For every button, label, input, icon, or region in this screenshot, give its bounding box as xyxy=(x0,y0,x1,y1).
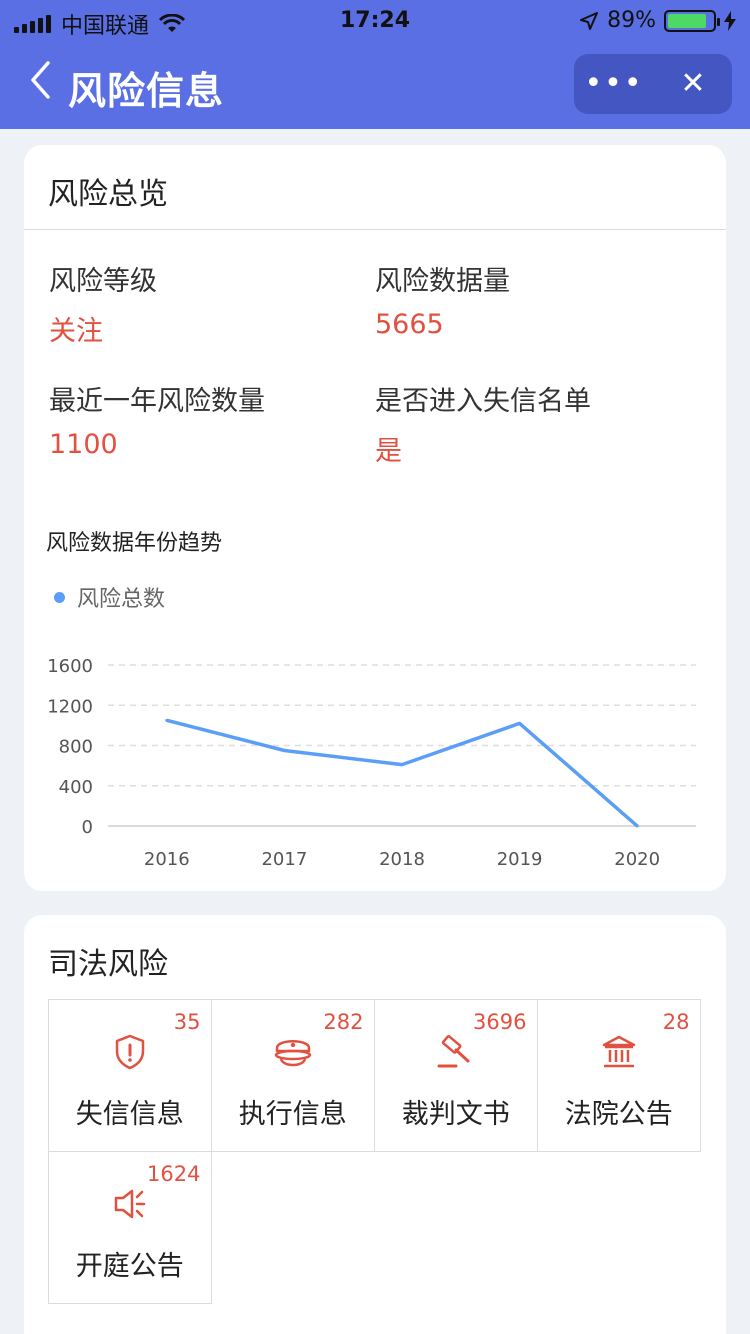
legend-label: 风险总数 xyxy=(77,587,166,612)
y-tick-label: 0 xyxy=(82,817,93,838)
chart-title: 风险数据年份趋势 xyxy=(46,531,223,556)
judicial-item-execution[interactable]: 282 执行信息 xyxy=(211,999,375,1152)
risk-trend-chart: 0 400 800 1200 1600 2016 2017 2018 2019 2020 xyxy=(47,656,696,870)
item-count: 282 xyxy=(323,1010,364,1034)
item-count: 1624 xyxy=(147,1162,201,1186)
menu-capsule: ••• ✕ xyxy=(574,54,732,114)
gavel-icon xyxy=(437,1034,470,1068)
close-button[interactable]: ✕ xyxy=(654,54,732,114)
item-count: 35 xyxy=(173,1010,201,1034)
back-button[interactable] xyxy=(28,60,52,108)
risk-level-value: 关注 xyxy=(49,316,103,347)
data-point[interactable] xyxy=(165,718,169,722)
judicial-item-hearing-notices[interactable]: 1624 开庭公告 xyxy=(48,1151,212,1304)
x-tick-label: 2017 xyxy=(261,849,307,870)
data-point[interactable] xyxy=(282,749,286,753)
item-label: 法院公告 xyxy=(564,1099,673,1130)
courthouse-icon xyxy=(602,1035,635,1068)
judicial-item-dishonest[interactable]: 35 失信信息 xyxy=(48,999,212,1152)
x-tick-label: 2020 xyxy=(614,849,660,870)
battery-icon xyxy=(664,9,720,32)
data-point[interactable] xyxy=(518,721,522,725)
x-tick-label: 2018 xyxy=(379,849,425,870)
x-tick-label: 2016 xyxy=(144,849,190,870)
more-button[interactable]: ••• xyxy=(574,54,654,114)
judicial-item-court-notices[interactable]: 28 法院公告 xyxy=(537,999,701,1152)
shield-alert-icon xyxy=(115,1034,144,1070)
x-tick-label: 2019 xyxy=(497,849,543,870)
risk-overview-card: 风险总览 风险等级 关注 风险数据量 5665 最近一年风险数量 1100 是否… xyxy=(24,145,726,891)
judicial-item-judgments[interactable]: 3696 裁判文书 xyxy=(374,999,538,1152)
item-label: 失信信息 xyxy=(75,1099,184,1130)
police-cap-icon xyxy=(274,1040,311,1067)
blacklist-value: 是 xyxy=(375,436,402,467)
location-arrow-icon xyxy=(580,11,599,30)
judicial-title: 司法风险 xyxy=(48,947,168,982)
judicial-risk-card: 司法风险 35 失信信息 282 执行信息 3696 裁判文书 28 法院公告 … xyxy=(24,915,726,1334)
status-bar: 中国联通 17:24 89% xyxy=(0,0,750,42)
y-tick-label: 800 xyxy=(59,737,93,758)
data-point[interactable] xyxy=(400,763,404,767)
blacklist-label: 是否进入失信名单 xyxy=(375,386,591,417)
risk-data-count-label: 风险数据量 xyxy=(375,266,510,297)
recent-risk-value: 1100 xyxy=(49,429,118,460)
data-point[interactable] xyxy=(635,824,639,828)
page-title: 风险信息 xyxy=(68,69,225,113)
item-label: 开庭公告 xyxy=(75,1251,184,1282)
y-tick-label: 1600 xyxy=(47,656,93,677)
item-label: 裁判文书 xyxy=(401,1099,510,1130)
series-line xyxy=(166,718,639,828)
y-tick-label: 400 xyxy=(59,777,93,798)
battery-percent: 89% xyxy=(607,8,656,33)
y-tick-label: 1200 xyxy=(47,696,93,717)
recent-risk-label: 最近一年风险数量 xyxy=(49,386,265,417)
item-label: 执行信息 xyxy=(238,1099,347,1130)
item-count: 28 xyxy=(662,1010,690,1034)
megaphone-icon xyxy=(114,1189,145,1219)
chart-legend[interactable]: 风险总数 xyxy=(54,581,165,613)
item-count: 3696 xyxy=(473,1010,527,1034)
top-bar: 中国联通 17:24 89% 风险信息 ••• ✕ xyxy=(0,0,750,129)
charging-bolt-icon xyxy=(724,10,736,31)
divider xyxy=(24,229,726,230)
risk-level-label: 风险等级 xyxy=(49,266,157,297)
legend-dot-icon xyxy=(54,591,65,603)
overview-title: 风险总览 xyxy=(48,177,168,212)
risk-data-count-value: 5665 xyxy=(375,309,444,340)
chevron-left-icon xyxy=(31,61,50,99)
